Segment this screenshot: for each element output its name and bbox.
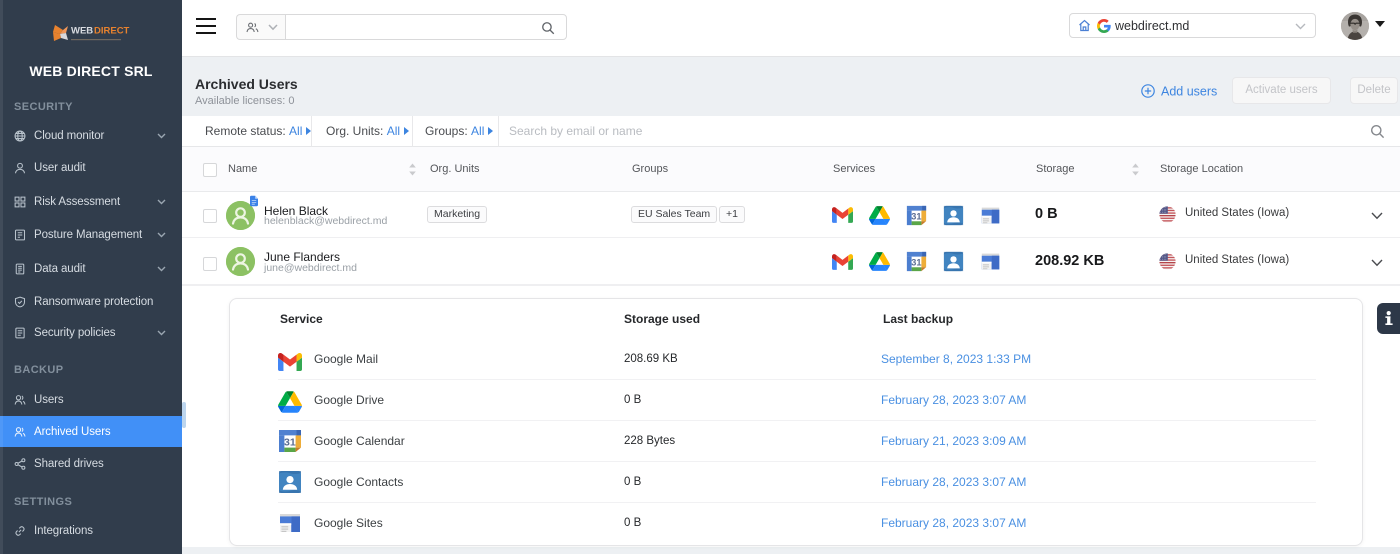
svg-text:DIRECT: DIRECT: [94, 26, 130, 37]
svg-text:WEB: WEB: [71, 26, 93, 37]
